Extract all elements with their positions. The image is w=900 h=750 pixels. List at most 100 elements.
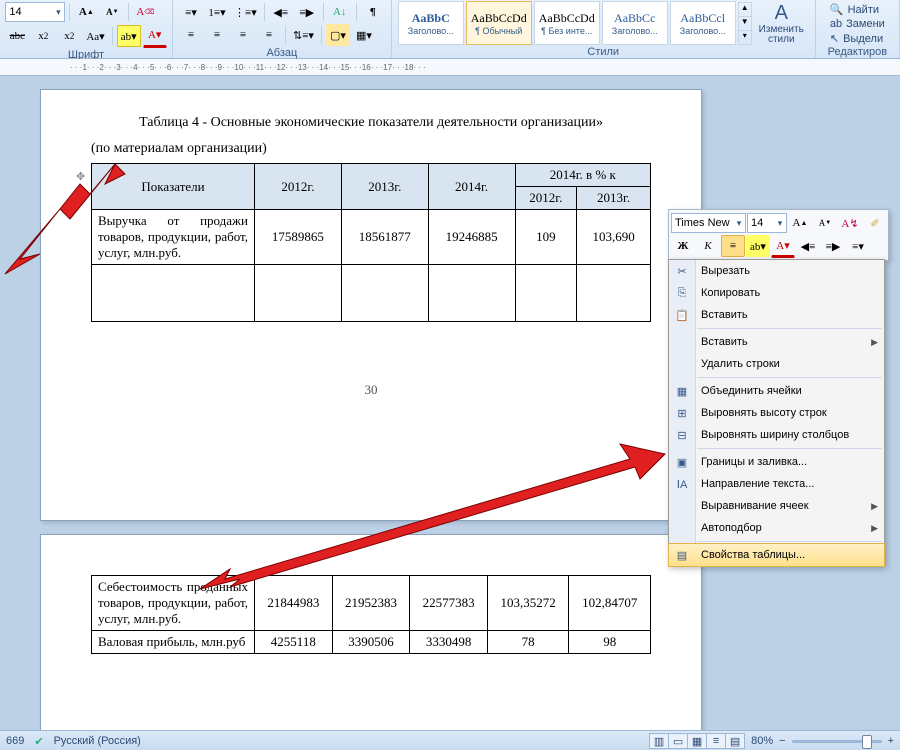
view-buttons[interactable]: ▥ ▭ ▦ ≡ ▤ <box>649 733 745 749</box>
web-layout-icon[interactable]: ▦ <box>688 734 707 748</box>
outline-icon[interactable]: ≡ <box>707 734 726 748</box>
ctx-borders[interactable]: ▣Границы и заливка... <box>669 451 884 473</box>
mini-outdent[interactable]: ◀≡ <box>796 235 820 257</box>
mini-size-combo[interactable]: ▾ <box>747 213 787 233</box>
table-row[interactable]: Выручка от продажи товаров, продукции, р… <box>92 210 651 265</box>
select-button[interactable]: ↖Выдели <box>830 32 885 45</box>
grow-font-button[interactable]: A▲ <box>74 1 98 23</box>
style-heading[interactable]: AaBbCЗаголово... <box>398 1 464 45</box>
document-page[interactable]: ✥ Таблица 4 - Основные экономические пок… <box>40 89 702 521</box>
bullets-button[interactable]: ≡▾ <box>179 1 203 23</box>
numbering-button[interactable]: 1≡▾ <box>205 1 229 23</box>
zoom-slider[interactable] <box>792 740 882 743</box>
main-table[interactable]: Показатели 2012г. 2013г. 2014г. 2014г. в… <box>91 163 651 322</box>
table-row[interactable] <box>92 265 651 322</box>
status-bar: 669 ✔ Русский (Россия) ▥ ▭ ▦ ≡ ▤ 80% − + <box>0 730 900 750</box>
ctx-row-height[interactable]: ⊞Выровнять высоту строк <box>669 402 884 424</box>
zoom-level[interactable]: 80% <box>751 735 773 747</box>
styles-gallery[interactable]: AaBbCЗаголово... AaBbCcDd¶ Обычный AaBbC… <box>398 1 736 45</box>
show-marks-button[interactable]: ¶ <box>361 1 385 23</box>
ctx-paste[interactable]: 📋Вставить <box>669 304 884 326</box>
style-no-spacing[interactable]: AaBbCcDd¶ Без инте... <box>534 1 600 45</box>
group-label: Стили <box>587 45 619 60</box>
ctx-paste-special[interactable]: Вставить▶ <box>669 331 884 353</box>
ribbon-group-paragraph: ≡▾ 1≡▾ ⋮≡▾ ◀≡ ≡▶ A↓ ¶ ≡ ≡ ≡ ≡ ⇅≡▾ ▢▾ <box>173 0 392 58</box>
align-left-button[interactable]: ≡ <box>179 24 203 46</box>
mini-center[interactable]: ≡ <box>721 235 745 257</box>
borders-button[interactable]: ▦▾ <box>352 24 376 46</box>
outdent-button[interactable]: ◀≡ <box>269 1 293 23</box>
superscript-button[interactable]: x2 <box>57 25 81 47</box>
copy-icon: ⎘ <box>674 287 690 300</box>
align-right-button[interactable]: ≡ <box>231 24 255 46</box>
style-heading2[interactable]: AaBbCcЗаголово... <box>602 1 668 45</box>
binoculars-icon: 🔍 <box>830 3 844 16</box>
ctx-copy[interactable]: ⎘Копировать <box>669 282 884 304</box>
ctx-cell-align[interactable]: Выравнивание ячеек▶ <box>669 495 884 517</box>
justify-button[interactable]: ≡ <box>257 24 281 46</box>
ctx-delete-rows[interactable]: Удалить строки <box>669 353 884 375</box>
multilevel-button[interactable]: ⋮≡▾ <box>231 1 260 23</box>
clear-format-button[interactable]: A⌫ <box>133 1 157 23</box>
group-label: Редактиров <box>828 45 887 60</box>
document-page[interactable]: Себестоимость проданных товаров, продукц… <box>40 534 702 750</box>
mini-bullets[interactable]: ≡▾ <box>846 235 870 257</box>
zoom-out-button[interactable]: − <box>779 735 785 747</box>
main-table-continued[interactable]: Себестоимость проданных товаров, продукц… <box>91 575 651 654</box>
change-styles-button[interactable]: A Изменить стили <box>754 2 809 44</box>
indent-button[interactable]: ≡▶ <box>295 1 319 23</box>
ctx-table-properties[interactable]: ▤Свойства таблицы... <box>668 543 885 567</box>
table-caption[interactable]: Таблица 4 - Основные экономические показ… <box>91 115 651 131</box>
borders-icon: ▣ <box>674 456 690 469</box>
mini-bold[interactable]: Ж <box>671 235 695 257</box>
mini-indent[interactable]: ≡▶ <box>821 235 845 257</box>
status-spellcheck-icon[interactable]: ✔ <box>34 735 43 748</box>
style-heading3[interactable]: AaBbCclЗаголово... <box>670 1 736 45</box>
align-center-button[interactable]: ≡ <box>205 24 229 46</box>
find-button[interactable]: 🔍Найти <box>830 3 885 16</box>
mini-highlight[interactable]: ab▾ <box>746 235 770 257</box>
shading-button[interactable]: ▢▾ <box>326 24 350 46</box>
ctx-text-direction[interactable]: ⅠAНаправление текста... <box>669 473 884 495</box>
table-row[interactable]: Себестоимость проданных товаров, продукц… <box>92 576 651 631</box>
table-row[interactable]: Валовая прибыль, млн.руб 425511833905063… <box>92 631 651 654</box>
mini-grow-font[interactable]: A▲ <box>788 212 812 234</box>
replace-button[interactable]: abЗамени <box>830 18 885 30</box>
ctx-autofit[interactable]: Автоподбор▶ <box>669 517 884 539</box>
change-case-button[interactable]: Aa▾ <box>83 25 107 47</box>
zoom-in-button[interactable]: + <box>888 735 894 747</box>
mini-format-painter[interactable]: ✐ <box>863 212 887 234</box>
sort-button[interactable]: A↓ <box>328 1 352 23</box>
font-size-combo[interactable]: ▾ <box>5 2 65 22</box>
mini-font-combo[interactable]: ▾ <box>671 213 746 233</box>
status-language[interactable]: Русский (Россия) <box>54 735 141 747</box>
line-spacing-button[interactable]: ⇅≡▾ <box>290 24 317 46</box>
table-anchor-icon[interactable]: ✥ <box>76 170 85 183</box>
highlight-button[interactable]: ab▾ <box>117 25 141 47</box>
fullscreen-icon[interactable]: ▭ <box>669 734 688 748</box>
font-color-button[interactable]: A▾ <box>143 24 167 48</box>
mini-styles[interactable]: A↯ <box>838 212 862 234</box>
table-subtitle[interactable]: (по материалам организации) <box>91 141 651 157</box>
shrink-font-button[interactable]: A▼ <box>100 1 124 23</box>
styles-scroll[interactable]: ▲ ▼ ▾ <box>738 2 752 45</box>
draft-icon[interactable]: ▤ <box>726 734 744 748</box>
ctx-merge-cells[interactable]: ▦Объединить ячейки <box>669 380 884 402</box>
ctx-cut[interactable]: ✂Вырезать <box>669 260 884 282</box>
properties-icon: ▤ <box>674 549 690 562</box>
ribbon-group-font: ▾ A▲ A▼ A⌫ abc x2 x2 Aa▾ ab▾ A▾ Шрифт <box>0 0 173 58</box>
context-menu: ✂Вырезать ⎘Копировать 📋Вставить Вставить… <box>668 259 885 567</box>
status-column[interactable]: 669 <box>6 735 24 747</box>
mini-italic[interactable]: К <box>696 235 720 257</box>
style-normal[interactable]: AaBbCcDd¶ Обычный <box>466 1 532 45</box>
print-layout-icon[interactable]: ▥ <box>650 734 669 748</box>
ctx-col-width[interactable]: ⊟Выровнять ширину столбцов <box>669 424 884 446</box>
mini-font-color[interactable]: A▾ <box>771 234 795 258</box>
horizontal-ruler[interactable]: · · ·1· · ·2· · ·3· · ·4· · ·5· · ·6· · … <box>0 59 900 76</box>
mini-shrink-font[interactable]: A▼ <box>813 212 837 234</box>
col-width-icon: ⊟ <box>674 429 690 442</box>
th-indicator[interactable]: Показатели <box>92 164 255 210</box>
strike-button[interactable]: abc <box>5 25 29 47</box>
subscript-button[interactable]: x2 <box>31 25 55 47</box>
text-dir-icon: ⅠA <box>674 478 690 491</box>
